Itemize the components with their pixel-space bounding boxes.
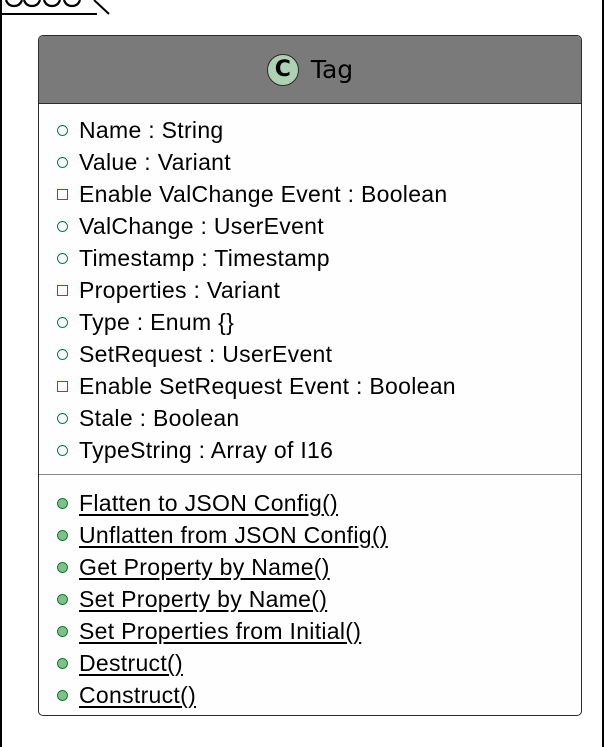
- method-label[interactable]: Set Properties from Initial(): [79, 618, 361, 645]
- attribute-label: Value : Variant: [79, 148, 231, 175]
- class-name: Tag: [310, 55, 354, 84]
- method-label[interactable]: Set Property by Name(): [79, 586, 327, 613]
- attribute-item: TypeString : Array of I16: [39, 434, 581, 466]
- public-visibility-icon: [55, 402, 79, 434]
- methods-section: Flatten to JSON Config() Unflatten from …: [39, 475, 581, 711]
- package-tab-clipped-text: [4, 0, 82, 8]
- private-visibility-icon: [55, 274, 79, 306]
- attribute-item: Enable ValChange Event : Boolean: [39, 178, 581, 210]
- attribute-item: Timestamp : Timestamp: [39, 242, 581, 274]
- attribute-label: Type : Enum {}: [79, 308, 235, 335]
- public-visibility-icon: [55, 306, 79, 338]
- method-item[interactable]: Destruct(): [39, 647, 581, 679]
- public-visibility-icon: [55, 146, 79, 178]
- attribute-item: Properties : Variant: [39, 274, 581, 306]
- public-method-icon: [55, 551, 79, 583]
- attribute-item: Value : Variant: [39, 146, 581, 178]
- method-label[interactable]: Get Property by Name(): [79, 554, 330, 581]
- attribute-item: Enable SetRequest Event : Boolean: [39, 370, 581, 402]
- public-visibility-icon: [55, 210, 79, 242]
- private-visibility-icon: [55, 178, 79, 210]
- attribute-item: ValChange : UserEvent: [39, 210, 581, 242]
- stereotype-letter: C: [274, 57, 291, 82]
- method-label[interactable]: Flatten to JSON Config(): [79, 490, 338, 517]
- attribute-item: Type : Enum {}: [39, 306, 581, 338]
- public-visibility-icon: [55, 338, 79, 370]
- public-method-icon: [55, 647, 79, 679]
- attribute-label: TypeString : Array of I16: [79, 436, 334, 463]
- attribute-label: ValChange : UserEvent: [79, 212, 324, 239]
- attribute-label: Enable ValChange Event : Boolean: [79, 180, 448, 207]
- method-item[interactable]: Construct(): [39, 679, 581, 711]
- method-item[interactable]: Flatten to JSON Config(): [39, 487, 581, 519]
- public-visibility-icon: [55, 242, 79, 274]
- attribute-item: Stale : Boolean: [39, 402, 581, 434]
- method-item[interactable]: Set Property by Name(): [39, 583, 581, 615]
- attribute-label: Stale : Boolean: [79, 404, 240, 431]
- class-header: C Tag: [39, 36, 581, 104]
- public-method-icon: [55, 679, 79, 711]
- attribute-item: SetRequest : UserEvent: [39, 338, 581, 370]
- method-label[interactable]: Construct(): [79, 682, 196, 709]
- method-item[interactable]: Set Properties from Initial(): [39, 615, 581, 647]
- method-label[interactable]: Destruct(): [79, 650, 183, 677]
- method-label[interactable]: Unflatten from JSON Config(): [79, 522, 388, 549]
- attribute-label: Name : String: [79, 116, 224, 143]
- attribute-item: Name : String: [39, 114, 581, 146]
- class-stereotype-icon: C: [266, 53, 299, 86]
- public-method-icon: [55, 583, 79, 615]
- class-box[interactable]: C Tag Name : String Value : Variant Enab…: [38, 35, 582, 716]
- attribute-label: Timestamp : Timestamp: [79, 244, 330, 271]
- public-method-icon: [55, 519, 79, 551]
- public-method-icon: [55, 487, 79, 519]
- attribute-label: SetRequest : UserEvent: [79, 340, 333, 367]
- attribute-label: Properties : Variant: [79, 276, 281, 303]
- public-visibility-icon: [55, 114, 79, 146]
- method-item[interactable]: Unflatten from JSON Config(): [39, 519, 581, 551]
- public-method-icon: [55, 615, 79, 647]
- method-item[interactable]: Get Property by Name(): [39, 551, 581, 583]
- public-visibility-icon: [55, 434, 79, 466]
- attributes-section: Name : String Value : Variant Enable Val…: [39, 104, 581, 474]
- attribute-label: Enable SetRequest Event : Boolean: [79, 372, 456, 399]
- private-visibility-icon: [55, 370, 79, 402]
